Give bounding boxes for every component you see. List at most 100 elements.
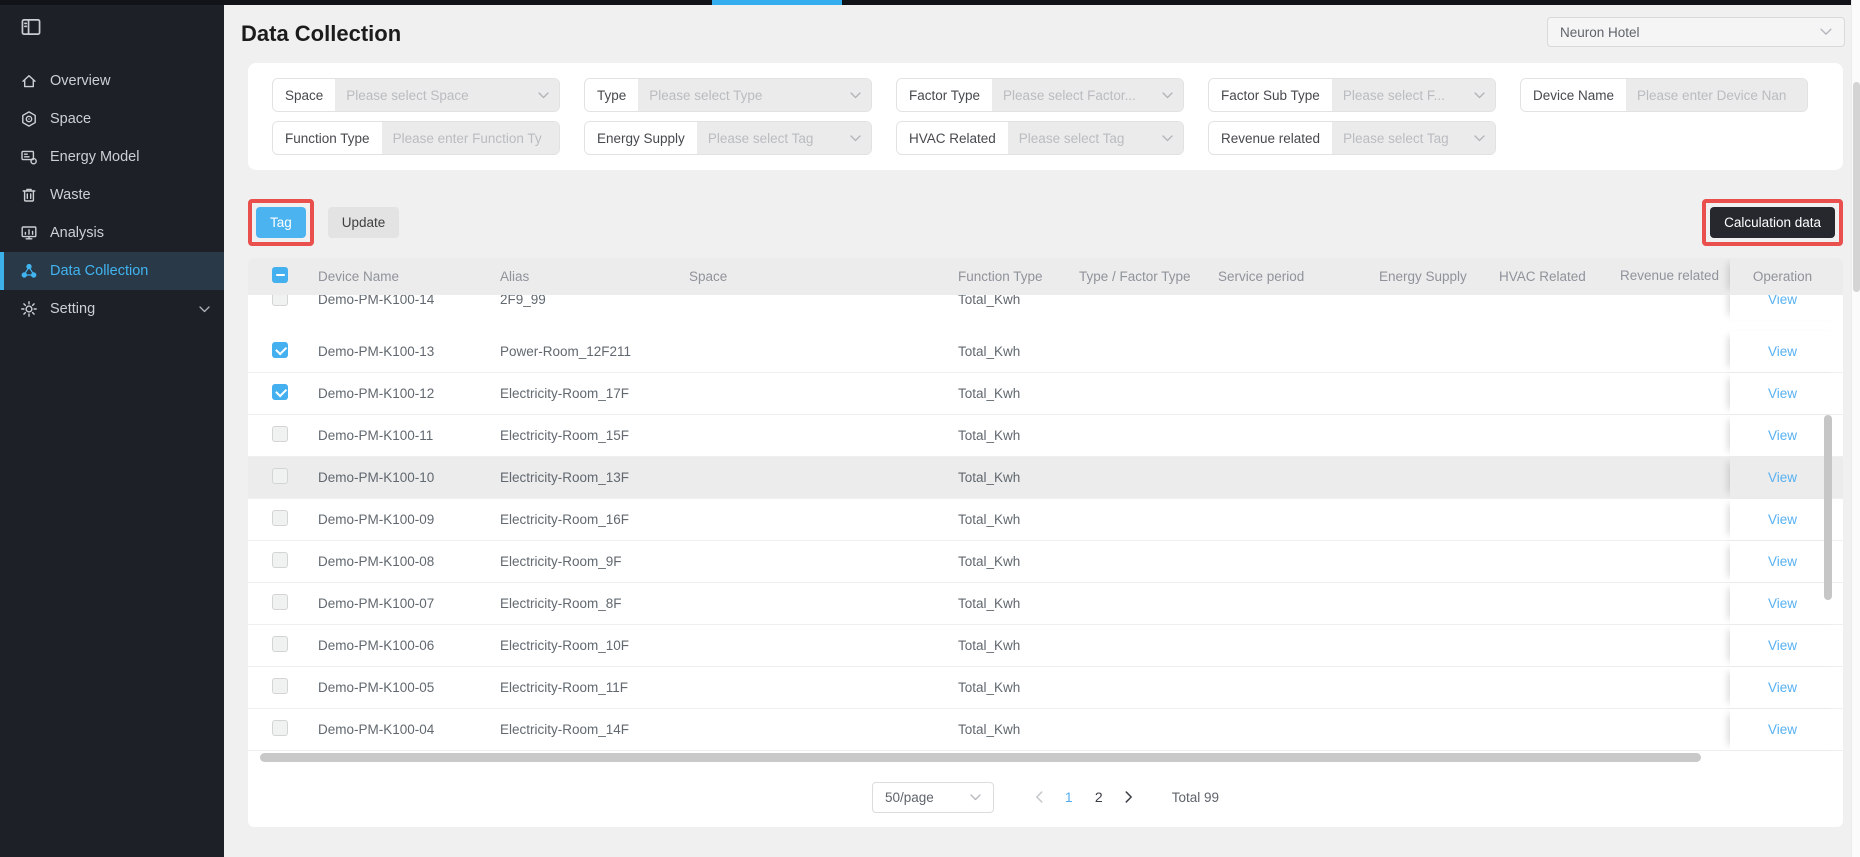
- sidebar-collapse-icon[interactable]: [20, 16, 42, 38]
- cell-alias: 2F9_99: [500, 295, 689, 307]
- site-selector[interactable]: Neuron Hotel: [1547, 17, 1845, 47]
- filter-placeholder: Please enter Device Nan: [1637, 88, 1786, 103]
- page-buttons: 12: [1024, 782, 1144, 812]
- row-checkbox[interactable]: [272, 510, 288, 526]
- sidebar-nav: Overview Space Energy ModelWaste Analysis Da…: [0, 62, 224, 328]
- filter-select: Please select Factor...: [992, 79, 1183, 111]
- row-checkbox[interactable]: [272, 552, 288, 568]
- view-link[interactable]: View: [1768, 512, 1797, 527]
- sidebar-item-setting[interactable]: Setting: [0, 290, 224, 328]
- view-link[interactable]: View: [1768, 386, 1797, 401]
- next-page-button[interactable]: [1114, 782, 1144, 812]
- filter-placeholder: Please select Tag: [1343, 131, 1449, 146]
- column-header-revenue-related: Revenue related: [1620, 268, 1730, 285]
- row-checkbox[interactable]: [272, 468, 288, 484]
- cell-function-type: Total_Kwh: [958, 295, 1079, 307]
- cell-function-type: Total_Kwh: [958, 470, 1079, 485]
- chevron-down-icon: [1162, 135, 1173, 142]
- sidebar-item-data-collection[interactable]: Data Collection: [0, 252, 224, 290]
- sidebar-item-label: Setting: [50, 301, 95, 317]
- table-row: Demo-PM-K100-12Electricity-Room_17FTotal…: [248, 373, 1843, 415]
- window-scrollbar[interactable]: [1851, 0, 1860, 857]
- select-all-checkbox[interactable]: [272, 267, 288, 283]
- checkbox-cell: [248, 636, 318, 655]
- cell-alias: Electricity-Room_11F: [500, 680, 689, 695]
- row-checkbox[interactable]: [272, 678, 288, 694]
- filter-input: Please enter Function Ty: [382, 122, 559, 154]
- filter-label: Energy Supply: [585, 122, 697, 154]
- filter-placeholder: Please select Type: [649, 88, 762, 103]
- filter-device-name[interactable]: Device NamePlease enter Device Nan: [1520, 78, 1808, 112]
- sidebar-item-overview[interactable]: Overview: [0, 62, 224, 100]
- filter-energy-supply[interactable]: Energy Supply Please select Tag: [584, 121, 872, 155]
- sidebar-item-label: Analysis: [50, 225, 104, 241]
- page-numbers: 12: [1054, 782, 1114, 812]
- row-checkbox[interactable]: [272, 594, 288, 610]
- cell-alias: Electricity-Room_9F: [500, 554, 689, 569]
- row-checkbox[interactable]: [272, 636, 288, 652]
- page-button-1[interactable]: 1: [1054, 782, 1084, 812]
- site-selector-value: Neuron Hotel: [1560, 25, 1640, 40]
- row-checkbox[interactable]: [272, 342, 288, 358]
- checkbox-cell: [248, 720, 318, 739]
- cell-alias: Electricity-Room_14F: [500, 722, 689, 737]
- table-row: Demo-PM-K100-06Electricity-Room_10FTotal…: [248, 625, 1843, 667]
- sidebar-item-energy-model[interactable]: Energy Model: [0, 138, 224, 176]
- chevron-down-icon: [850, 92, 861, 99]
- cell-alias: Electricity-Room_15F: [500, 428, 689, 443]
- view-link[interactable]: View: [1768, 680, 1797, 695]
- home-icon: [20, 72, 38, 90]
- cell-alias: Electricity-Room_8F: [500, 596, 689, 611]
- chevron-down-icon: [1474, 92, 1485, 99]
- calculation-data-button[interactable]: Calculation data: [1710, 207, 1835, 238]
- filter-placeholder: Please select Space: [346, 88, 468, 103]
- filter-factor-sub-type[interactable]: Factor Sub TypePlease select F...: [1208, 78, 1496, 112]
- annotation-box-calculation-data: Calculation data: [1702, 199, 1843, 246]
- page-size-select[interactable]: 50/page: [872, 782, 994, 813]
- sidebar-item-label: Space: [50, 111, 91, 127]
- table-horizontal-scrollbar[interactable]: [260, 753, 1701, 762]
- window-scrollbar-thumb[interactable]: [1853, 82, 1860, 292]
- filter-select: Please select Tag: [1332, 122, 1495, 154]
- device-table: Device NameAliasSpaceFunction TypeType /…: [248, 258, 1843, 827]
- filter-label: Space: [273, 79, 335, 111]
- prev-page-button[interactable]: [1024, 782, 1054, 812]
- view-link[interactable]: View: [1768, 428, 1797, 443]
- view-link[interactable]: View: [1768, 470, 1797, 485]
- row-checkbox[interactable]: [272, 720, 288, 736]
- filter-hvac-related[interactable]: HVAC RelatedPlease select Tag: [896, 121, 1184, 155]
- cell-alias: Electricity-Room_16F: [500, 512, 689, 527]
- row-checkbox[interactable]: [272, 295, 288, 306]
- filter-factor-type[interactable]: Factor TypePlease select Factor...: [896, 78, 1184, 112]
- sidebar-item-space[interactable]: Space: [0, 100, 224, 138]
- view-link[interactable]: View: [1768, 638, 1797, 653]
- table-row: Demo-PM-K100-05Electricity-Room_11FTotal…: [248, 667, 1843, 709]
- filter-placeholder: Please select Tag: [708, 131, 814, 146]
- sidebar-item-analysis[interactable]: Analysis: [0, 214, 224, 252]
- column-header-alias: Alias: [500, 269, 689, 284]
- row-checkbox[interactable]: [272, 426, 288, 442]
- table-vertical-scrollbar[interactable]: [1824, 415, 1832, 600]
- column-header-type-factor-type: Type / Factor Type: [1079, 269, 1218, 284]
- checkbox-cell: [248, 267, 318, 286]
- update-button[interactable]: Update: [328, 207, 400, 238]
- view-link[interactable]: View: [1768, 295, 1797, 307]
- page-button-2[interactable]: 2: [1084, 782, 1114, 812]
- tag-button[interactable]: Tag: [256, 207, 306, 238]
- chevron-down-icon: [1162, 92, 1173, 99]
- sidebar-item-waste[interactable]: Waste: [0, 176, 224, 214]
- row-checkbox[interactable]: [272, 384, 288, 400]
- filter-revenue-related[interactable]: Revenue related Please select Tag: [1208, 121, 1496, 155]
- filter-label: HVAC Related: [897, 122, 1008, 154]
- table-row: Demo-PM-K100-08Electricity-Room_9FTotal_…: [248, 541, 1843, 583]
- filter-space[interactable]: Space Please select Space: [272, 78, 560, 112]
- filter-type[interactable]: TypePlease select Type: [584, 78, 872, 112]
- view-link[interactable]: View: [1768, 722, 1797, 737]
- view-link[interactable]: View: [1768, 554, 1797, 569]
- filter-function-type[interactable]: Function TypePlease enter Function Ty: [272, 121, 560, 155]
- analysis-icon: [20, 224, 38, 242]
- view-link[interactable]: View: [1768, 344, 1797, 359]
- view-link[interactable]: View: [1768, 596, 1797, 611]
- column-header-device-name: Device Name: [318, 269, 500, 284]
- filter-label: Revenue related: [1209, 122, 1332, 154]
